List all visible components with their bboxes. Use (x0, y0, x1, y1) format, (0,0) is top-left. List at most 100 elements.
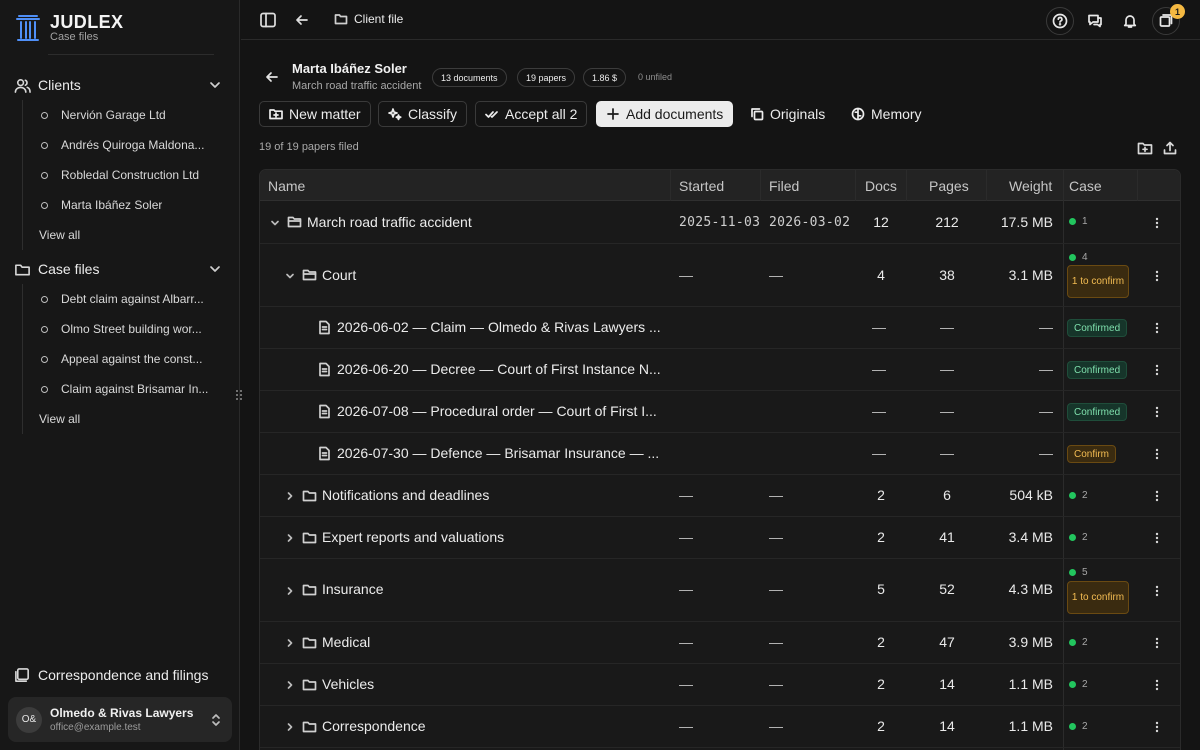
table-row[interactable]: 2026-06-20 — Decree — Court of First Ins… (260, 349, 1180, 391)
chevron-right-icon[interactable] (285, 722, 295, 732)
sidebar-item-client[interactable]: Nervión Garage Ltd (23, 100, 222, 130)
chevron-right-icon[interactable] (285, 491, 295, 501)
to-confirm-badge[interactable]: 1 to confirm (1067, 265, 1129, 298)
more-vertical-icon[interactable] (1150, 405, 1164, 419)
chevron-right-icon[interactable] (285, 586, 295, 596)
clients-section-header[interactable]: Clients (14, 72, 226, 98)
case-files-list: Debt claim against Albarr... Olmo Street… (22, 284, 222, 434)
table-row[interactable]: Medical — — 2 47 3.9 MB 2 (260, 622, 1180, 664)
more-vertical-icon[interactable] (1150, 531, 1164, 545)
chevron-down-icon[interactable] (208, 78, 222, 92)
bullet-icon (41, 141, 48, 149)
table-row[interactable]: Notifications and deadlines — — 2 6 504 … (260, 475, 1180, 517)
more-vertical-icon[interactable] (1150, 447, 1164, 461)
table-row[interactable]: Vehicles — — 2 14 1.1 MB 2 (260, 664, 1180, 706)
status-dot (1069, 639, 1076, 646)
sidebar-item-case-file[interactable]: Debt claim against Albarr... (23, 284, 222, 314)
column-header-docs[interactable]: Docs (865, 178, 897, 194)
table-row[interactable]: Insurance — — 5 52 4.3 MB 5 1 to confirm (260, 559, 1180, 622)
classify-button[interactable]: Classify (378, 101, 468, 127)
arrow-left-icon[interactable] (292, 10, 312, 30)
more-vertical-icon[interactable] (1150, 216, 1164, 230)
column-header-pages[interactable]: Pages (929, 178, 969, 194)
more-vertical-icon[interactable] (1150, 720, 1164, 734)
back-arrow-icon[interactable] (264, 69, 280, 85)
sidebar-item-case-file[interactable]: Appeal against the const... (23, 344, 222, 374)
chevron-right-icon[interactable] (285, 638, 295, 648)
account-switcher[interactable]: O& Olmedo & Rivas Lawyers office@example… (8, 697, 232, 742)
user-email: office@example.test (50, 721, 141, 733)
table-row[interactable]: Correspondence — — 2 14 1.1 MB 2 (260, 706, 1180, 748)
notifications-button[interactable] (1116, 7, 1144, 35)
sidebar-item-client[interactable]: Robledal Construction Ltd (23, 160, 222, 190)
bullet-icon (41, 111, 48, 119)
row-weight: 1.1 MB (1008, 718, 1053, 734)
chevron-down-icon[interactable] (270, 218, 280, 228)
documents-count-chip: 13 documents (432, 68, 507, 87)
folder-icon (302, 584, 317, 596)
row-name: Notifications and deadlines (322, 487, 490, 503)
column-header-case[interactable]: Case (1069, 178, 1102, 194)
upload-icon[interactable] (1162, 140, 1178, 156)
case-files-view-all-link[interactable]: View all (23, 404, 222, 434)
column-header-filed[interactable]: Filed (769, 178, 799, 194)
resize-handle-icon[interactable] (234, 388, 244, 402)
sidebar-item-client[interactable]: Marta Ibáñez Soler (23, 190, 222, 220)
more-vertical-icon[interactable] (1150, 363, 1164, 377)
sidebar-item-case-file[interactable]: Olmo Street building wor... (23, 314, 222, 344)
more-vertical-icon[interactable] (1150, 636, 1164, 650)
clients-view-all-link[interactable]: View all (23, 220, 222, 250)
case-files-section-header[interactable]: Case files (14, 256, 226, 282)
row-docs: — (872, 361, 886, 377)
more-vertical-icon[interactable] (1150, 489, 1164, 503)
table-row[interactable]: 2026-07-08 — Procedural order — Court of… (260, 391, 1180, 433)
breadcrumb[interactable]: Client file (334, 12, 403, 26)
more-vertical-icon[interactable] (1150, 269, 1164, 283)
table-row[interactable]: 2026-07-30 — Defence — Brisamar Insuranc… (260, 433, 1180, 475)
new-matter-button[interactable]: New matter (259, 101, 371, 127)
column-header-started[interactable]: Started (679, 178, 724, 194)
table-row[interactable]: 2026-06-02 — Claim — Olmedo & Rivas Lawy… (260, 307, 1180, 349)
new-folder-icon[interactable] (1137, 140, 1153, 156)
more-vertical-icon[interactable] (1150, 678, 1164, 692)
table-row[interactable]: Court — — 4 38 3.1 MB 4 1 to confirm (260, 244, 1180, 307)
folder-icon (15, 263, 30, 275)
folder-plus-icon (269, 109, 283, 120)
documents-table: Name Started Filed Docs Pages Weight Cas… (259, 169, 1181, 750)
folder-open-icon (334, 14, 348, 25)
accept-all-button[interactable]: Accept all 2 (475, 101, 588, 127)
clients-list: Nervión Garage Ltd Andrés Quiroga Maldon… (22, 100, 222, 250)
chevron-right-icon[interactable] (285, 533, 295, 543)
to-confirm-badge[interactable]: 1 to confirm (1067, 581, 1129, 614)
column-header-name[interactable]: Name (268, 178, 305, 194)
chat-button[interactable] (1081, 7, 1109, 35)
brand[interactable]: JUDLEX Case files (14, 10, 123, 46)
row-docs: 2 (877, 718, 885, 734)
chevron-right-icon[interactable] (285, 680, 295, 690)
column-header-weight[interactable]: Weight (1009, 178, 1052, 194)
confirm-button[interactable]: Confirm (1067, 445, 1117, 463)
originals-button[interactable]: Originals (749, 101, 826, 127)
row-started: — (679, 529, 693, 545)
cost-chip: 1.86 $ (583, 68, 627, 87)
chat-icon (1088, 14, 1102, 28)
chevron-down-icon[interactable] (285, 271, 295, 281)
table-row[interactable]: Expert reports and valuations — — 2 41 3… (260, 517, 1180, 559)
memory-button[interactable]: Memory (850, 101, 923, 127)
sidebar-item-case-file[interactable]: Claim against Brisamar In... (23, 374, 222, 404)
sidebar-item-client[interactable]: Andrés Quiroga Maldona... (23, 130, 222, 160)
table-row[interactable]: March road traffic accident 2025-11-03 2… (260, 201, 1180, 244)
more-vertical-icon[interactable] (1150, 321, 1164, 335)
memory-label: Memory (871, 106, 922, 122)
help-button[interactable] (1046, 7, 1074, 35)
add-documents-button[interactable]: Add documents (596, 101, 734, 127)
sidebar-item-correspondence[interactable]: Correspondence and filings (14, 662, 226, 688)
column-divider (670, 170, 671, 201)
inbox-button[interactable]: 1 (1152, 4, 1185, 35)
row-docs: — (872, 445, 886, 461)
more-vertical-icon[interactable] (1150, 584, 1164, 598)
row-pages: 212 (935, 214, 959, 230)
chevron-down-icon[interactable] (208, 262, 222, 276)
case-count: 2 (1082, 721, 1088, 732)
sidebar-toggle-icon[interactable] (258, 10, 278, 30)
